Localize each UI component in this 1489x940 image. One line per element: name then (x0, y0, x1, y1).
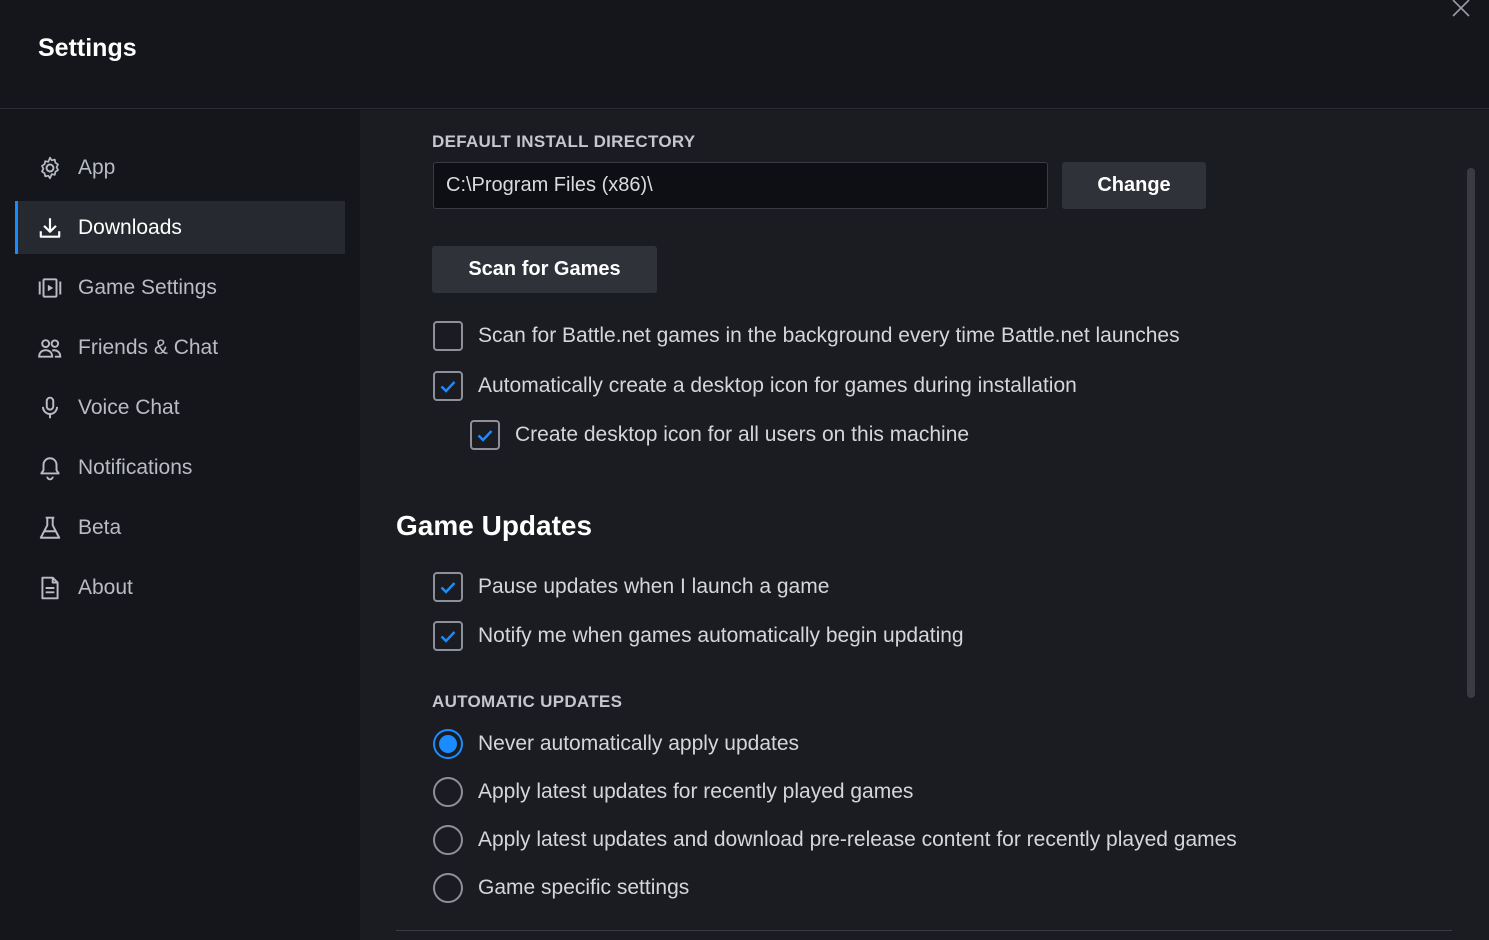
header-bar: Settings (0, 0, 1489, 109)
checkmark-icon (477, 430, 493, 442)
settings-content: DEFAULT INSTALL DIRECTORY C:\Program Fil… (360, 110, 1489, 940)
friends-icon (37, 335, 63, 361)
option-label: Notify me when games automatically begin… (478, 624, 964, 647)
all-users-icon-option[interactable]: Create desktop icon for all users on thi… (470, 420, 969, 450)
download-icon (37, 215, 63, 241)
sidebar: App Downloads Game Settings Friends & Ch… (0, 110, 360, 940)
radio-button[interactable] (433, 825, 463, 855)
radio-button[interactable] (433, 873, 463, 903)
automatic-updates-label: AUTOMATIC UPDATES (432, 692, 623, 711)
install-directory-field[interactable]: C:\Program Files (x86)\ (433, 162, 1048, 209)
game-updates-heading: Game Updates (396, 510, 593, 541)
desktop-icon-option[interactable]: Automatically create a desktop icon for … (433, 371, 1077, 401)
sidebar-item-label: Friends & Chat (78, 335, 219, 359)
sidebar-item-label: About (78, 575, 133, 599)
document-icon (37, 575, 63, 601)
auto-update-radio-game-specific[interactable]: Game specific settings (433, 873, 689, 903)
sidebar-item-label: Notifications (78, 455, 193, 479)
sidebar-item-label: Downloads (78, 215, 182, 239)
scrollbar[interactable] (1467, 168, 1475, 698)
option-label: Game specific settings (478, 876, 690, 899)
sidebar-item-label: Game Settings (78, 275, 217, 299)
desktop-icon-checkbox[interactable] (433, 371, 463, 401)
notify-updates-option[interactable]: Notify me when games automatically begin… (433, 621, 964, 651)
option-label: Automatically create a desktop icon for … (478, 374, 1077, 397)
sidebar-item-friends-chat[interactable]: Friends & Chat (15, 321, 345, 374)
option-label: Pause updates when I launch a game (478, 575, 830, 598)
all-users-icon-checkbox[interactable] (470, 420, 500, 450)
sidebar-item-label: Voice Chat (78, 395, 180, 419)
scan-background-option[interactable]: Scan for Battle.net games in the backgro… (433, 321, 1180, 351)
flask-icon (37, 515, 63, 541)
page-title: Settings (38, 34, 137, 62)
sidebar-item-app[interactable]: App (15, 141, 345, 194)
sidebar-item-beta[interactable]: Beta (15, 501, 345, 554)
auto-update-radio-never[interactable]: Never automatically apply updates (433, 729, 799, 759)
radio-button[interactable] (433, 777, 463, 807)
sidebar-item-game-settings[interactable]: Game Settings (15, 261, 345, 314)
radio-button[interactable] (433, 729, 463, 759)
pause-updates-checkbox[interactable] (433, 572, 463, 602)
game-settings-icon (37, 275, 63, 301)
option-label: Scan for Battle.net games in the backgro… (478, 324, 1180, 347)
close-icon[interactable] (1450, 0, 1472, 18)
checkmark-icon (440, 582, 456, 594)
divider (396, 930, 1452, 931)
microphone-icon (37, 395, 63, 421)
auto-update-radio-recent[interactable]: Apply latest updates for recently played… (433, 777, 913, 807)
sidebar-item-voice-chat[interactable]: Voice Chat (15, 381, 345, 434)
option-label: Never automatically apply updates (478, 732, 800, 755)
auto-update-radio-prerelease[interactable]: Apply latest updates and download pre-re… (433, 825, 1237, 855)
radio-dot (439, 735, 457, 753)
sidebar-item-label: App (78, 155, 116, 179)
gear-icon (37, 155, 63, 181)
pause-updates-option[interactable]: Pause updates when I launch a game (433, 572, 829, 602)
sidebar-item-about[interactable]: About (15, 561, 345, 614)
notify-updates-checkbox[interactable] (433, 621, 463, 651)
checkmark-icon (440, 631, 456, 643)
scan-for-games-button[interactable]: Scan for Games (432, 246, 657, 293)
change-button[interactable]: Change (1062, 162, 1206, 209)
sidebar-item-notifications[interactable]: Notifications (15, 441, 345, 494)
install-directory-label: DEFAULT INSTALL DIRECTORY (432, 132, 696, 151)
bell-icon (37, 455, 63, 481)
scan-background-checkbox[interactable] (433, 321, 463, 351)
option-label: Apply latest updates for recently played… (478, 780, 914, 803)
option-label: Apply latest updates and download pre-re… (478, 828, 1237, 851)
sidebar-item-label: Beta (78, 515, 122, 539)
sidebar-item-downloads[interactable]: Downloads (15, 201, 345, 254)
checkmark-icon (440, 381, 456, 393)
option-label: Create desktop icon for all users on thi… (515, 423, 970, 446)
